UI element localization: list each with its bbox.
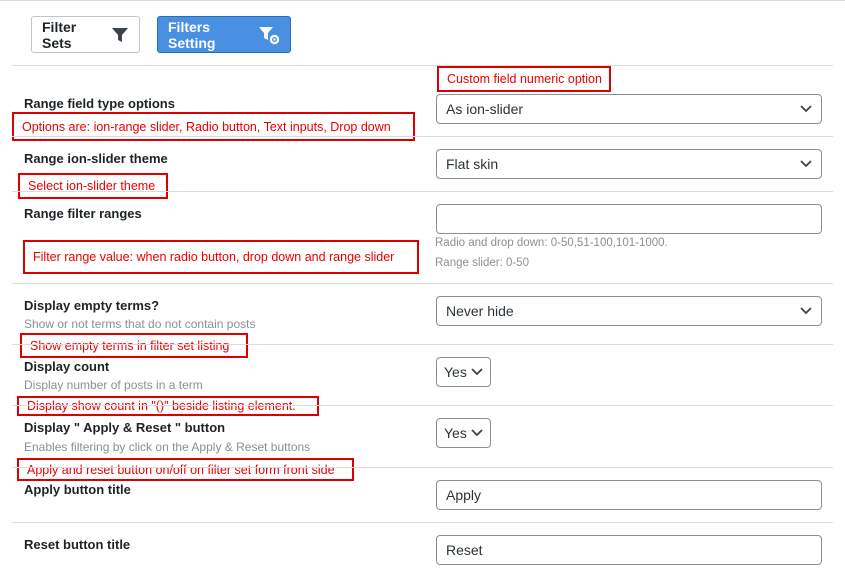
row-divider [12,522,833,523]
theme-label: Range ion-slider theme [24,151,168,166]
row-divider [12,191,833,192]
chevron-down-icon [800,105,812,113]
empty-terms-value: Never hide [446,303,514,319]
chevron-down-icon [800,307,812,315]
section-divider [12,65,833,66]
annotation-theme: Select ion-slider theme [18,173,168,199]
range-type-value: As ion-slider [446,101,524,117]
reset-title-value: Reset [446,542,483,558]
annotation-empty-terms: Show empty terms in filter set listing [20,333,248,358]
annotation-text: Options are: ion-range slider, Radio but… [22,119,391,134]
apply-reset-label: Display " Apply & Reset " button [24,420,226,435]
annotation-apply-reset: Apply and reset button on/off on filter … [17,458,354,481]
apply-title-value: Apply [446,487,482,503]
ranges-hint-2: Range slider: 0-50 [435,257,529,269]
row-divider [12,136,833,137]
apply-reset-select[interactable]: Yes [436,418,491,448]
annotation-text: Show empty terms in filter set listing [30,338,230,353]
annotation-text: Filter range value: when radio button, d… [33,250,395,264]
chevron-down-icon [471,429,483,437]
reset-title-input[interactable]: Reset [436,535,822,565]
annotation-show-count: Display show count in "()" beside listin… [17,396,319,416]
apply-reset-desc: Enables filtering by click on the Apply … [24,440,311,454]
chevron-down-icon [471,368,483,376]
count-label: Display count [24,359,110,374]
theme-value: Flat skin [446,156,499,172]
annotation-text: Custom field numeric option [447,72,602,86]
row-divider [12,405,833,406]
theme-select[interactable]: Flat skin [436,149,822,179]
annotation-custom-field: Custom field numeric option [437,66,611,92]
range-type-label: Range field type options [24,96,175,111]
count-value: Yes [444,364,467,380]
row-divider [12,467,833,468]
ranges-label: Range filter ranges [24,206,142,221]
count-select[interactable]: Yes [436,357,491,387]
filter-gear-icon [258,25,280,45]
tab-filter-sets[interactable]: Filter Sets [31,16,140,53]
tab-filters-setting-label: Filters Setting [168,18,216,51]
top-divider [0,0,845,1]
annotation-text: Apply and reset button on/off on filter … [27,462,335,477]
row-divider [12,283,833,284]
ranges-hint-1: Radio and drop down: 0-50,51-100,101-100… [435,237,668,249]
apply-reset-value: Yes [444,425,467,441]
reset-title-label: Reset button title [24,537,131,552]
annotation-range-value: Filter range value: when radio button, d… [23,240,419,274]
empty-terms-desc: Show or not terms that do not contain po… [24,317,256,331]
apply-title-input[interactable]: Apply [436,480,822,510]
empty-terms-label: Display empty terms? [24,298,160,313]
chevron-down-icon [800,160,812,168]
apply-title-label: Apply button title [24,482,131,497]
filter-icon [111,26,129,44]
count-desc: Display number of posts in a term [24,378,203,392]
annotation-text: Display show count in "()" beside listin… [27,399,296,413]
tab-filters-setting[interactable]: Filters Setting [157,16,291,53]
empty-terms-select[interactable]: Never hide [436,296,822,326]
ranges-input[interactable] [436,204,822,234]
tab-filter-sets-label: Filter Sets [42,18,77,51]
row-divider [12,344,833,345]
range-type-select[interactable]: As ion-slider [436,94,822,124]
